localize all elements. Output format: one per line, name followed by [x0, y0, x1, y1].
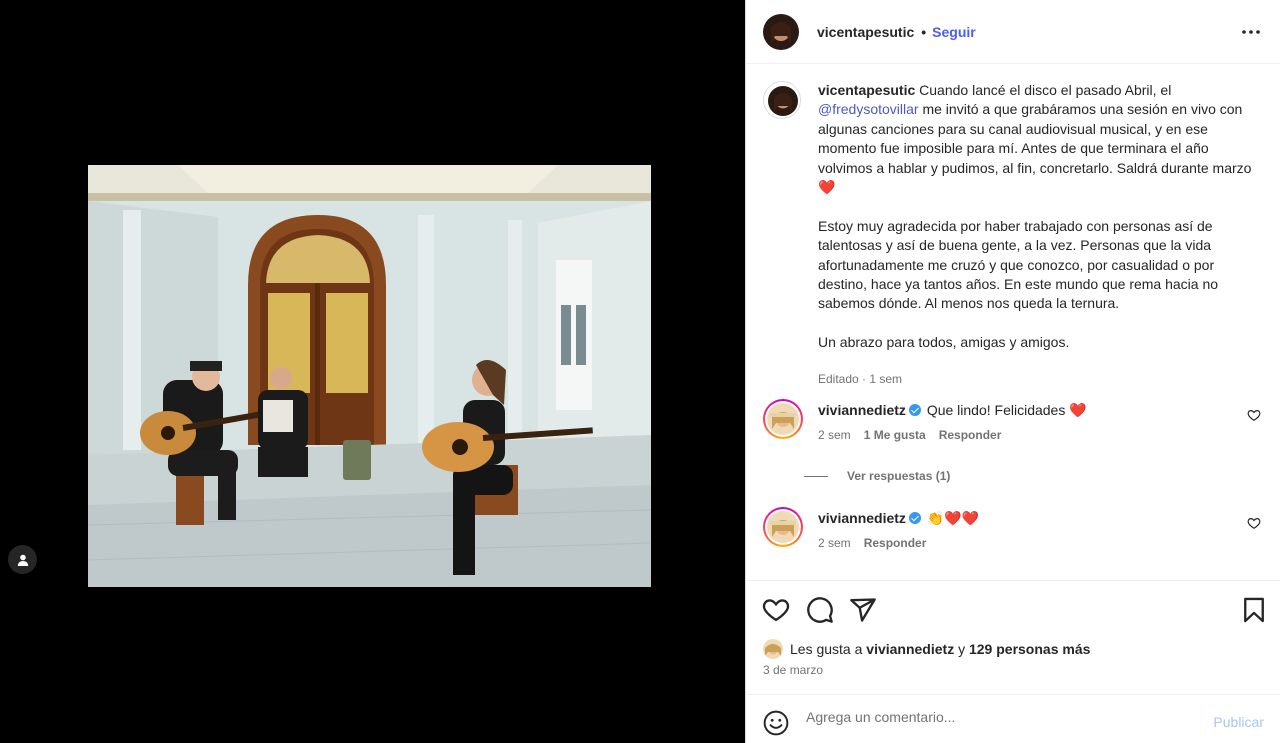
post-header: vicentapesutic • Seguir — [746, 0, 1280, 64]
user-icon — [17, 554, 28, 566]
like-comment-heart-icon[interactable] — [1247, 408, 1261, 422]
caption-paragraph-1: vicentapesutic Cuando lancé el disco el … — [818, 81, 1258, 197]
comment-username[interactable]: viviannedietz — [818, 510, 906, 526]
comment-likes[interactable]: 1 Me gusta — [864, 428, 926, 442]
post-actions: Les gusta a viviannedietz y 129 personas… — [746, 580, 1280, 694]
video-frame — [88, 165, 651, 587]
reply-button[interactable]: Responder — [864, 536, 927, 550]
post-date: 3 de marzo — [763, 663, 824, 677]
likes-user[interactable]: viviannedietz — [866, 641, 954, 657]
likes-summary: Les gusta a viviannedietz y 129 personas… — [763, 639, 1090, 659]
like-heart-icon[interactable] — [762, 596, 790, 624]
caption-paragraph-2: Estoy muy agradecida por haber trabajado… — [818, 217, 1219, 312]
verified-badge-icon — [908, 404, 921, 416]
comments-section[interactable]: vicentapesutic Cuando lancé el disco el … — [746, 65, 1280, 580]
separator-dot: • — [921, 23, 927, 40]
comment-body: viviannedietz Que lindo! Felicidades ❤️ — [818, 401, 1087, 419]
view-replies-button[interactable]: Ver respuestas (1) — [804, 469, 950, 483]
media-area — [0, 0, 745, 743]
comment-input[interactable] — [806, 709, 1186, 725]
author-avatar[interactable] — [763, 13, 799, 50]
heart-emoji: ❤️ — [818, 179, 836, 196]
comment-body: viviannedietz 👏❤️❤️ — [818, 509, 979, 527]
comment-time: 2 sem — [818, 428, 851, 442]
view-replies-label[interactable]: Ver respuestas (1) — [847, 469, 950, 483]
publish-button[interactable]: Publicar — [1213, 714, 1264, 730]
comment-emoji: 👏❤️❤️ — [926, 510, 980, 526]
comment-text: Que lindo! Felicidades — [926, 402, 1066, 418]
caption-author-avatar[interactable] — [763, 81, 801, 119]
caption-text: vicentapesutic Cuando lancé el disco el … — [818, 81, 1258, 389]
author-username[interactable]: vicentapesutic — [817, 24, 914, 40]
instagram-post-modal: vicentapesutic • Seguir vicentapesutic C… — [0, 0, 1280, 743]
comment-time: 2 sem — [818, 536, 851, 550]
caption-meta: Editado · 1 sem — [818, 372, 903, 387]
like-comment-heart-icon[interactable] — [1247, 516, 1261, 530]
verified-badge-icon — [908, 512, 921, 524]
follow-button[interactable]: Seguir — [932, 24, 976, 40]
mention-link[interactable]: @fredysotovillar — [818, 101, 919, 117]
comment-meta: 2 sem 1 Me gusta Responder — [818, 428, 1014, 442]
replies-line — [804, 475, 828, 477]
comment-bubble-icon[interactable] — [806, 596, 834, 624]
comment-username[interactable]: viviannedietz — [818, 402, 906, 418]
caption-paragraph-3: Un abrazo para todos, amigas y amigos. — [818, 334, 1070, 351]
commenter-avatar[interactable] — [763, 507, 803, 547]
more-options-icon[interactable] — [1241, 22, 1261, 42]
likes-prefix: Les gusta a — [790, 641, 863, 657]
save-bookmark-icon[interactable] — [1240, 596, 1268, 624]
post-video[interactable] — [88, 165, 651, 587]
emoji-icon[interactable] — [763, 710, 789, 736]
liker-avatar[interactable] — [763, 639, 783, 659]
reply-button[interactable]: Responder — [939, 428, 1002, 442]
commenter-avatar[interactable] — [763, 399, 803, 439]
caption-username[interactable]: vicentapesutic — [818, 82, 915, 98]
comment-emoji: ❤️ — [1069, 402, 1087, 418]
likes-joiner: y — [958, 641, 966, 657]
share-send-icon[interactable] — [849, 596, 877, 624]
likes-count[interactable]: 129 personas más — [969, 641, 1090, 657]
tagged-users-button[interactable] — [8, 545, 37, 574]
comment-meta: 2 sem Responder — [818, 536, 939, 550]
post-side-panel: vicentapesutic • Seguir vicentapesutic C… — [745, 0, 1280, 743]
add-comment-bar: Publicar — [746, 694, 1280, 743]
caption-text-start: Cuando lancé el disco el pasado Abril, e… — [919, 82, 1172, 98]
